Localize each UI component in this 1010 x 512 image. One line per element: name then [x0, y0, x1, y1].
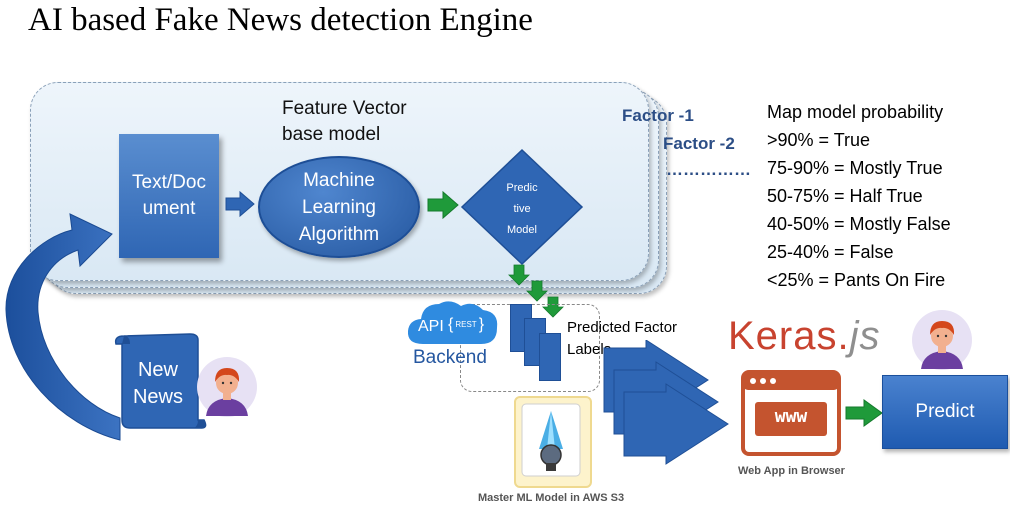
map-rule: <25% = Pants On Fire	[767, 270, 946, 290]
text-document-label: Text/Doc ument	[132, 172, 206, 219]
arrow-ml-to-model	[427, 190, 459, 220]
rest-label: REST	[455, 320, 477, 330]
rest-braces: {REST}	[448, 316, 485, 333]
probability-map: Map model probability >90% = True 75-90%…	[767, 98, 951, 294]
user-avatar-icon	[912, 310, 972, 370]
factor-ellipsis: ……………	[666, 160, 751, 179]
arrow-doc-to-ml	[225, 190, 255, 218]
master-model-caption: Master ML Model in AWS S3	[478, 492, 625, 504]
new-news-label: New News	[132, 359, 183, 408]
page-title: AI based Fake News detection Engine	[28, 2, 533, 38]
map-title: Map model probability	[767, 102, 944, 122]
factor-1-label: Factor -1	[622, 106, 694, 125]
map-rule: 40-50% = Mostly False	[767, 214, 951, 234]
map-rule: 75-90% = Mostly True	[767, 158, 943, 178]
user-avatar-icon	[197, 357, 257, 417]
ml-algorithm-ellipse: Machine Learning Algorithm	[258, 156, 420, 258]
predictive-model-label: Predic tive Model	[506, 182, 538, 236]
keras-js-suffix: js	[849, 314, 881, 358]
feature-vector-label: Feature Vector base model	[282, 98, 407, 145]
factor-2-label: Factor -2	[663, 134, 735, 153]
ml-algorithm-label: Machine Learning Algorithm	[298, 169, 380, 245]
lightbulb-icon	[521, 403, 581, 477]
label-doc	[539, 333, 561, 381]
map-rule: 50-75% = Half True	[767, 186, 923, 206]
big-arrows-to-webapp	[603, 340, 729, 465]
arrow-web-to-predict	[845, 399, 883, 427]
predict-box: Predict	[882, 375, 1008, 449]
keras-js-logo: Keras.js	[728, 314, 881, 359]
keras-wordmark: Keras.	[728, 314, 850, 358]
map-rule: >90% = True	[767, 130, 871, 150]
api-label: API	[418, 318, 444, 335]
backend-label: Backend	[413, 347, 487, 368]
map-rule: 25-40% = False	[767, 242, 894, 262]
www-label: www	[774, 406, 808, 427]
text-document-box: Text/Doc ument	[119, 134, 219, 258]
web-app-caption: Web App in Browser	[738, 465, 845, 477]
